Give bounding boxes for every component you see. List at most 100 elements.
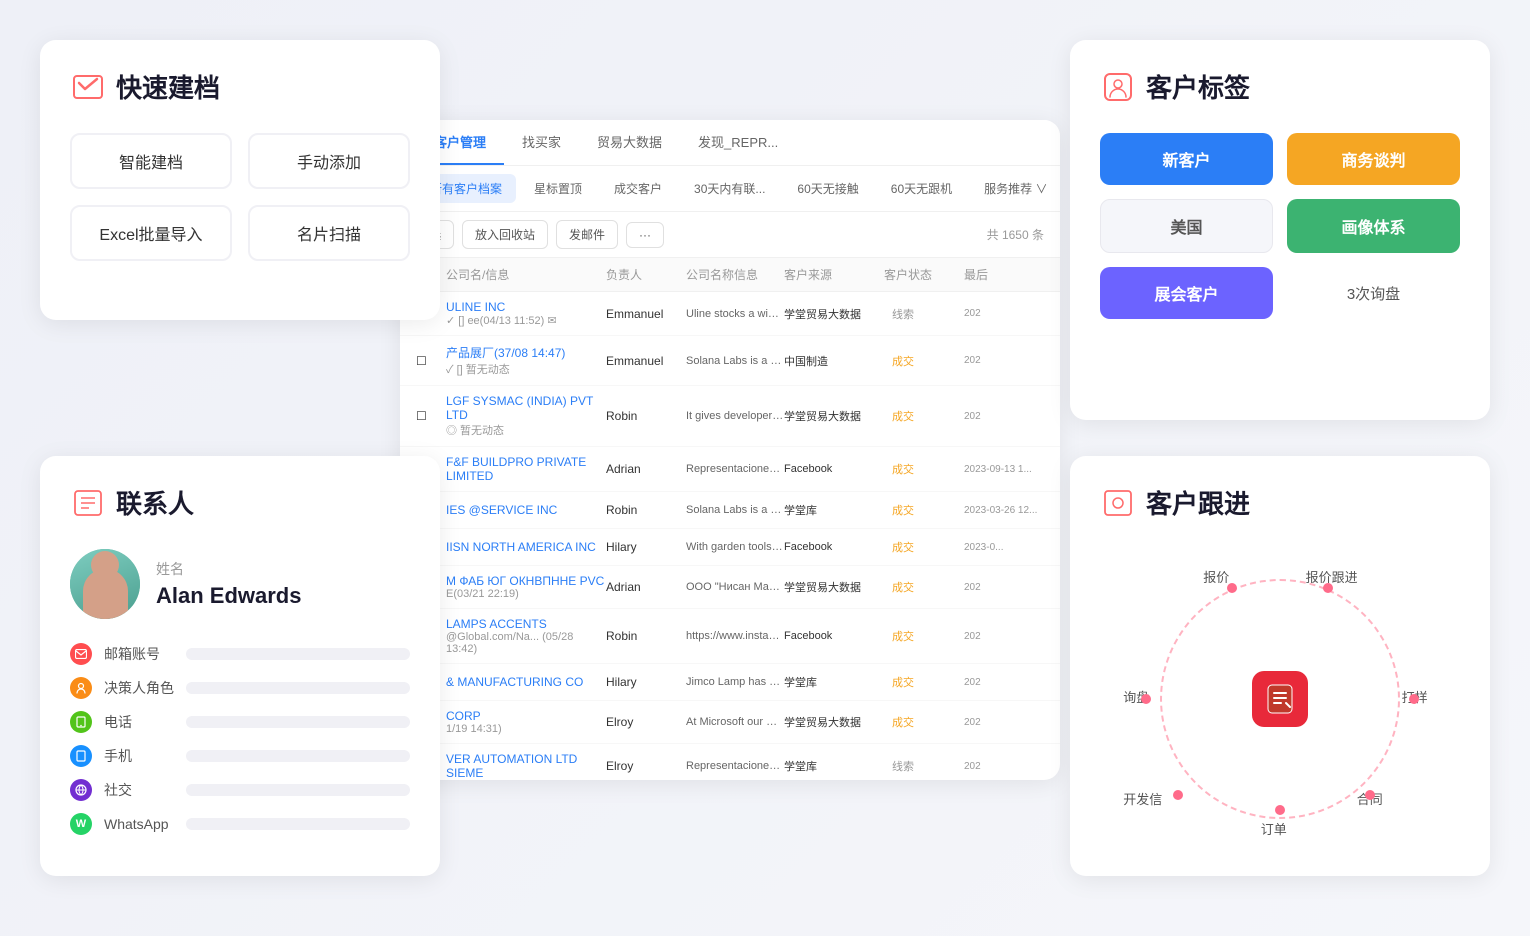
table-row[interactable]: ☐ F&F BUILDPRO PRIVATE LIMITED Adrian Re… — [400, 447, 1060, 492]
row-company-name[interactable]: IES @SERVICE INC — [446, 503, 606, 517]
row-sub-text: E(03/21 22:19) — [446, 588, 606, 600]
col-source: 客户来源 — [784, 266, 884, 283]
decision-value-bar — [186, 682, 410, 694]
row-desc: With garden tools, it's all about ... — [686, 541, 784, 553]
tab-find-buyer[interactable]: 找买家 — [504, 120, 579, 165]
decision-label: 决策人角色 — [104, 678, 174, 698]
row-desc: ООО "Нисан Мануфакчурер... — [686, 581, 784, 593]
row-owner: Hilary — [606, 540, 686, 554]
table-row[interactable]: ☐ 产品展厂(37/08 14:47) ✓ [] 暂无动态 Emmanuel S… — [400, 336, 1060, 386]
table-row[interactable]: ☐ ULINE INC ✓ [] ee(04/13 11:52) ✉ Emman… — [400, 292, 1060, 336]
row-status: 线索 — [884, 756, 964, 776]
row-status: 成交 — [884, 500, 964, 520]
toolbar-recycle-btn[interactable]: 放入回收站 — [462, 220, 548, 249]
customer-tags-icon — [1100, 69, 1136, 105]
row-company-cell: IISN NORTH AMERICA INC — [446, 540, 606, 554]
row-status: 线索 — [884, 304, 964, 324]
main-container: 快速建档 智能建档 手动添加 Excel批量导入 名片扫描 客户标签 新客户 商… — [0, 0, 1530, 936]
table-row[interactable]: ☐ М ФАБ ЮГ ОКНВПННЕ PVC E(03/21 22:19) A… — [400, 566, 1060, 609]
row-desc: Representaciones Médicas del ... — [686, 463, 784, 475]
row-owner: Robin — [606, 409, 686, 423]
row-company-name[interactable]: VER AUTOMATION LTD SIEME — [446, 752, 606, 778]
inquiry-count-tag: 3次询盘 — [1287, 267, 1460, 319]
toolbar-more-btn[interactable]: ··· — [626, 222, 664, 248]
business-trial-tag[interactable]: 商务谈判 — [1287, 133, 1460, 185]
avatar — [70, 549, 140, 619]
row-status: 成交 — [884, 626, 964, 646]
table-row[interactable]: ☐ & MANUFACTURING CO Hilary Jimco Lamp h… — [400, 664, 1060, 701]
row-date: 202 — [964, 308, 1044, 319]
row-date: 202 — [964, 355, 1044, 366]
subtab-star-desk[interactable]: 星标置顶 — [520, 174, 596, 203]
toolbar-email-btn[interactable]: 发邮件 — [556, 220, 618, 249]
row-company-cell: CORP 1/19 14:31) — [446, 709, 606, 735]
usa-tag[interactable]: 美国 — [1100, 199, 1273, 253]
row-status: 成交 — [884, 537, 964, 557]
contact-title: 联系人 — [70, 484, 410, 521]
new-customer-tag[interactable]: 新客户 — [1100, 133, 1273, 185]
row-status: 成交 — [884, 459, 964, 479]
customer-tags-title: 客户标签 — [1100, 68, 1460, 105]
tab-send-repr[interactable]: 发现_REPR... — [680, 120, 796, 165]
row-company-cell: М ФАБ ЮГ ОКНВПННЕ PVC E(03/21 22:19) — [446, 574, 606, 600]
manual-add-button[interactable]: 手动添加 — [248, 133, 410, 189]
row-company-name[interactable]: М ФАБ ЮГ ОКНВПННЕ PVC — [446, 574, 606, 588]
avatar-image — [70, 549, 140, 619]
row-check[interactable]: ☐ — [416, 354, 446, 368]
table-row[interactable]: ☐ LAMPS ACCENTS @Global.com/Na... (05/28… — [400, 609, 1060, 664]
row-desc: https://www.instagram.com/ell... — [686, 630, 784, 642]
phone-value-bar — [186, 716, 410, 728]
row-company-name[interactable]: ULINE INC — [446, 300, 606, 314]
row-company-name[interactable]: IISN NORTH AMERICA INC — [446, 540, 606, 554]
row-desc: It gives developers the confide... — [686, 410, 784, 422]
social-label: 社交 — [104, 780, 174, 800]
whatsapp-value-bar — [186, 818, 410, 830]
row-owner: Robin — [606, 503, 686, 517]
excel-import-button[interactable]: Excel批量导入 — [70, 205, 232, 261]
row-source: 学堂库 — [784, 674, 884, 690]
subtab-deal-customer[interactable]: 成交客户 — [600, 174, 676, 203]
row-company-cell: IES @SERVICE INC — [446, 503, 606, 517]
phone-icon — [70, 711, 92, 733]
col-company: 公司名/信息 — [446, 266, 606, 283]
row-company-cell: F&F BUILDPRO PRIVATE LIMITED — [446, 455, 606, 483]
row-company-name[interactable]: LAMPS ACCENTS — [446, 617, 606, 631]
row-company-cell: VER AUTOMATION LTD SIEME — [446, 752, 606, 778]
tab-trade-bigdata[interactable]: 贸易大数据 — [579, 120, 680, 165]
table-row[interactable]: ☐ VER AUTOMATION LTD SIEME Elroy Represe… — [400, 744, 1060, 778]
table-row[interactable]: ☐ IISN NORTH AMERICA INC Hilary With gar… — [400, 529, 1060, 566]
dev-letter-dot — [1173, 790, 1183, 800]
subtab-60day-no-machine[interactable]: 60天无跟机 — [877, 174, 966, 203]
table-row[interactable]: ☐ CORP 1/19 14:31) Elroy At Microsoft ou… — [400, 701, 1060, 744]
table-tabs: 客户管理 找买家 贸易大数据 发现_REPR... — [400, 120, 1060, 166]
dev-letter-label: 开发信 — [1123, 789, 1162, 808]
row-source: 学堂贸易大数据 — [784, 408, 884, 424]
portrait-system-tag[interactable]: 画像体系 — [1287, 199, 1460, 253]
quick-archive-title: 快速建档 — [70, 68, 410, 105]
row-date: 202 — [964, 717, 1044, 728]
row-source: Facebook — [784, 630, 884, 642]
exhibition-tag[interactable]: 展会客户 — [1100, 267, 1273, 319]
quotation-followup-dot — [1323, 583, 1333, 593]
row-source: 学堂贸易大数据 — [784, 579, 884, 595]
row-company-name[interactable]: 产品展厂(37/08 14:47) — [446, 344, 606, 361]
table-row[interactable]: ☐ LGF SYSMAC (INDIA) PVT LTD ◎ 暂无动态 Robi… — [400, 386, 1060, 447]
row-company-name[interactable]: & MANUFACTURING CO — [446, 675, 606, 689]
row-company-name[interactable]: CORP — [446, 709, 606, 723]
row-company-name[interactable]: F&F BUILDPRO PRIVATE LIMITED — [446, 455, 606, 483]
row-company-name[interactable]: LGF SYSMAC (INDIA) PVT LTD — [446, 394, 606, 422]
row-date: 202 — [964, 631, 1044, 642]
subtab-service-recommend[interactable]: 服务推荐 ∨ — [970, 174, 1060, 203]
row-desc: Solana Labs is a technology co... — [686, 504, 784, 516]
quotation-dot — [1227, 583, 1237, 593]
subtab-60day-no-followup[interactable]: 60天无接触 — [783, 174, 872, 203]
table-row[interactable]: ☐ IES @SERVICE INC Robin Solana Labs is … — [400, 492, 1060, 529]
customer-tags-title-text: 客户标签 — [1146, 68, 1250, 105]
row-check[interactable]: ☐ — [416, 409, 446, 423]
card-scan-button[interactable]: 名片扫描 — [248, 205, 410, 261]
smart-archive-button[interactable]: 智能建档 — [70, 133, 232, 189]
row-date: 2023-09-13 1... — [964, 464, 1044, 475]
subtab-30day[interactable]: 30天内有联... — [680, 174, 779, 203]
contact-card: 联系人 姓名 Alan Edwards 邮箱账号 — [40, 456, 440, 876]
email-label: 邮箱账号 — [104, 644, 174, 664]
